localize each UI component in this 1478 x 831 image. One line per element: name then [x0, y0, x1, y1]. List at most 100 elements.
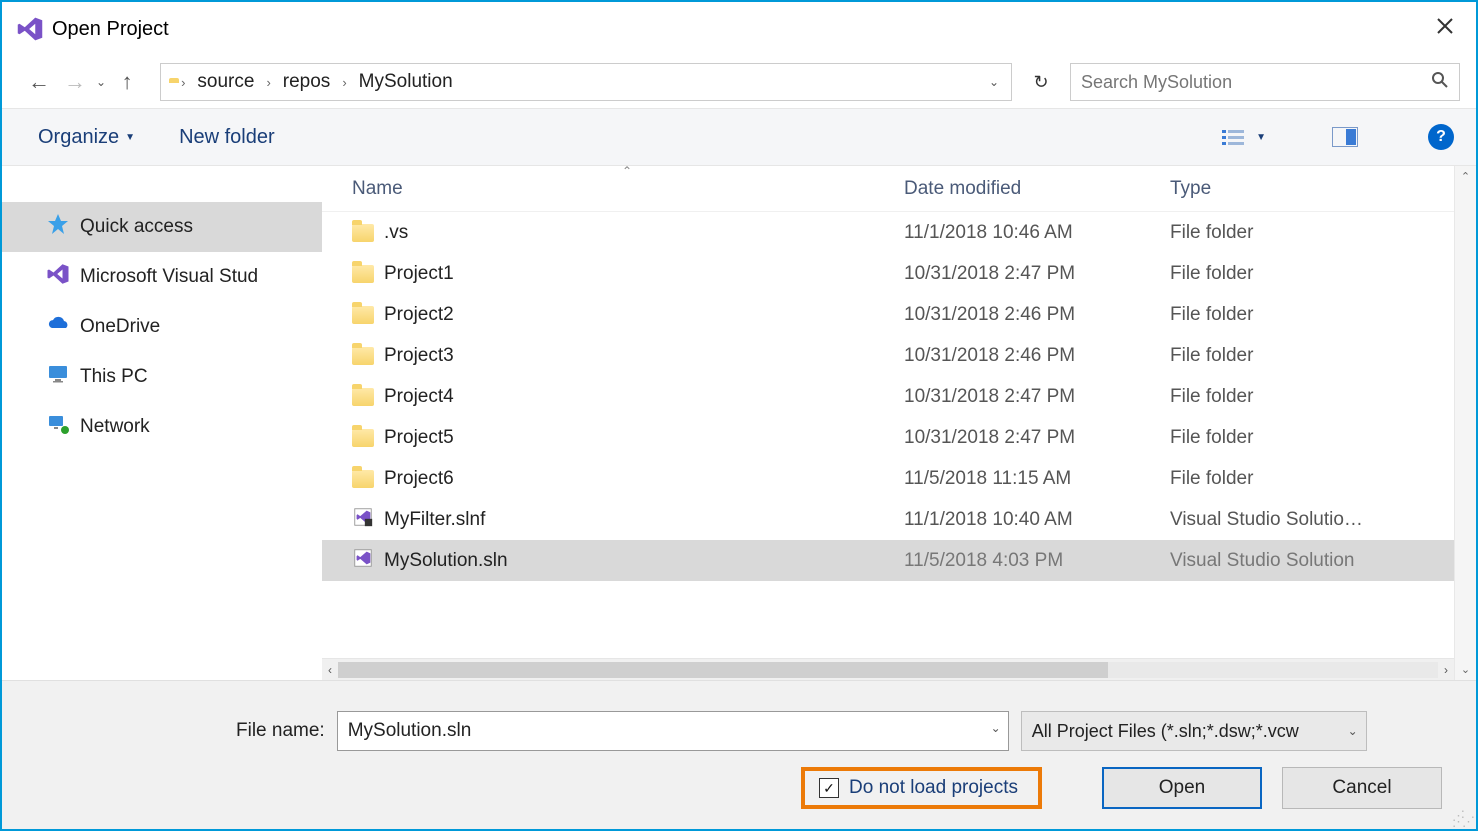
chevron-right-icon[interactable]: › — [334, 75, 354, 90]
file-name: Project5 — [384, 427, 454, 449]
file-list-area: ⌃ Name Date modified Type .vs11/1/2018 1… — [322, 166, 1454, 680]
folder-icon — [352, 347, 374, 365]
organize-button[interactable]: Organize ▼ — [38, 126, 135, 149]
sidebar-item-label: OneDrive — [80, 316, 160, 338]
chevron-right-icon[interactable]: › — [258, 75, 278, 90]
sidebar-item-onedrive[interactable]: OneDrive — [2, 302, 322, 352]
close-icon[interactable] — [1426, 11, 1464, 47]
cancel-button[interactable]: Cancel — [1282, 767, 1442, 809]
sidebar-item-this-pc[interactable]: This PC — [2, 352, 322, 402]
file-type: File folder — [1170, 427, 1454, 449]
breadcrumb-part[interactable]: repos — [283, 71, 331, 93]
breadcrumb-part[interactable]: MySolution — [359, 71, 453, 93]
folder-icon — [352, 388, 374, 406]
breadcrumb[interactable]: › source › repos › MySolution ⌄ — [160, 63, 1012, 101]
nav-bar: ← → ⌄ ↑ › source › repos › MySolution ⌄ … — [2, 56, 1476, 108]
vs-logo-icon — [16, 15, 44, 43]
file-date: 10/31/2018 2:47 PM — [904, 263, 1170, 285]
sidebar-item-network[interactable]: Network — [2, 402, 322, 452]
chevron-down-icon: ⌄ — [1348, 724, 1358, 738]
pc-icon — [46, 362, 70, 392]
scroll-up-icon[interactable]: ⌃ — [1461, 170, 1470, 183]
file-type: Visual Studio Solutio… — [1170, 509, 1454, 531]
do-not-load-projects-label: Do not load projects — [849, 777, 1018, 799]
file-row[interactable]: Project210/31/2018 2:46 PMFile folder — [322, 294, 1454, 335]
chevron-down-icon[interactable]: ⌄ — [985, 75, 1003, 89]
sidebar-item-label: Microsoft Visual Stud — [80, 266, 258, 288]
file-type: File folder — [1170, 304, 1454, 326]
scroll-right-icon[interactable]: › — [1444, 663, 1448, 677]
file-row[interactable]: MyFilter.slnf11/1/2018 10:40 AMVisual St… — [322, 499, 1454, 540]
column-header-date[interactable]: Date modified — [904, 178, 1170, 200]
file-date: 11/5/2018 11:15 AM — [904, 468, 1170, 490]
sidebar-item-label: Network — [80, 416, 150, 438]
breadcrumb-part[interactable]: source — [197, 71, 254, 93]
file-name: MySolution.sln — [384, 550, 508, 572]
file-date: 10/31/2018 2:47 PM — [904, 427, 1170, 449]
file-row[interactable]: Project1 10/31/2018 2:47 PMFile folder — [322, 253, 1454, 294]
slnf-file-icon — [352, 506, 374, 534]
file-row[interactable]: Project4 10/31/2018 2:47 PMFile folder — [322, 376, 1454, 417]
file-name: Project3 — [384, 345, 454, 367]
file-row[interactable]: Project310/31/2018 2:46 PMFile folder — [322, 335, 1454, 376]
sidebar-item-quick-access[interactable]: Quick access — [2, 202, 322, 252]
recent-locations-icon[interactable]: ⌄ — [96, 75, 106, 89]
up-icon[interactable]: ↑ — [114, 69, 140, 95]
do-not-load-projects-option[interactable]: ✓ Do not load projects — [801, 767, 1042, 809]
search-icon[interactable] — [1431, 71, 1449, 94]
sidebar: Quick access Microsoft Visual Stud OneDriv… — [2, 166, 322, 680]
help-icon[interactable]: ? — [1428, 124, 1454, 150]
chevron-down-icon[interactable]: ⌄ — [991, 721, 1001, 735]
file-name-label: File name: — [236, 720, 325, 742]
column-header-type[interactable]: Type — [1170, 178, 1454, 200]
folder-icon — [352, 429, 374, 447]
bottom-panel: File name: ⌄ All Project Files (*.sln;*.… — [2, 680, 1476, 829]
file-type: File folder — [1170, 386, 1454, 408]
folder-icon — [352, 265, 374, 283]
refresh-icon[interactable]: ↻ — [1022, 63, 1060, 101]
file-name: Project1 — [384, 263, 454, 285]
file-type: File folder — [1170, 222, 1454, 244]
do-not-load-projects-checkbox[interactable]: ✓ — [819, 778, 839, 798]
forward-icon[interactable]: → — [62, 69, 88, 95]
scrollbar-track[interactable] — [338, 662, 1438, 678]
file-name: .vs — [384, 222, 408, 244]
resize-grip-icon[interactable]: ⋰⋰⋰ — [1452, 813, 1472, 825]
open-button[interactable]: Open — [1102, 767, 1262, 809]
sidebar-item-microsoft-visual-stud[interactable]: Microsoft Visual Stud — [2, 252, 322, 302]
vs-icon — [46, 262, 70, 292]
file-row[interactable]: MySolution.sln11/5/2018 4:03 PMVisual St… — [322, 540, 1454, 581]
file-type-select[interactable]: All Project Files (*.sln;*.dsw;*.vcw ⌄ — [1021, 711, 1367, 751]
file-type: File folder — [1170, 345, 1454, 367]
scroll-down-icon[interactable]: ⌄ — [1461, 663, 1470, 676]
scrollbar-thumb[interactable] — [338, 662, 1108, 678]
file-name: Project4 — [384, 386, 454, 408]
file-date: 10/31/2018 2:46 PM — [904, 304, 1170, 326]
window-title: Open Project — [52, 18, 169, 41]
scroll-left-icon[interactable]: ‹ — [328, 663, 332, 677]
file-row[interactable]: Project611/5/2018 11:15 AMFile folder — [322, 458, 1454, 499]
preview-pane-icon — [1332, 127, 1358, 147]
file-name-input[interactable] — [337, 711, 1009, 751]
file-type: File folder — [1170, 263, 1454, 285]
file-type: File folder — [1170, 468, 1454, 490]
view-mode-button[interactable]: ▼ — [1222, 127, 1266, 147]
column-header-name[interactable]: Name — [322, 178, 904, 200]
sidebar-item-label: Quick access — [80, 216, 193, 238]
file-row[interactable]: .vs11/1/2018 10:46 AMFile folder — [322, 212, 1454, 253]
column-headers: Name Date modified Type — [322, 166, 1454, 212]
chevron-down-icon: ▼ — [1256, 132, 1266, 143]
file-row[interactable]: Project5 10/31/2018 2:47 PMFile folder — [322, 417, 1454, 458]
sln-file-icon — [352, 547, 374, 575]
star-icon — [46, 212, 70, 242]
search-input[interactable]: Search MySolution — [1070, 63, 1460, 101]
back-icon[interactable]: ← — [26, 69, 52, 95]
new-folder-button[interactable]: New folder — [179, 126, 275, 149]
details-view-icon — [1222, 127, 1250, 147]
horizontal-scrollbar[interactable]: ‹ › — [322, 658, 1454, 680]
preview-pane-button[interactable] — [1332, 127, 1358, 147]
file-date: 10/31/2018 2:47 PM — [904, 386, 1170, 408]
file-rows: .vs11/1/2018 10:46 AMFile folderProject1… — [322, 212, 1454, 658]
vertical-scrollbar[interactable]: ⌃ ⌄ — [1454, 166, 1476, 680]
file-name: MyFilter.slnf — [384, 509, 485, 531]
